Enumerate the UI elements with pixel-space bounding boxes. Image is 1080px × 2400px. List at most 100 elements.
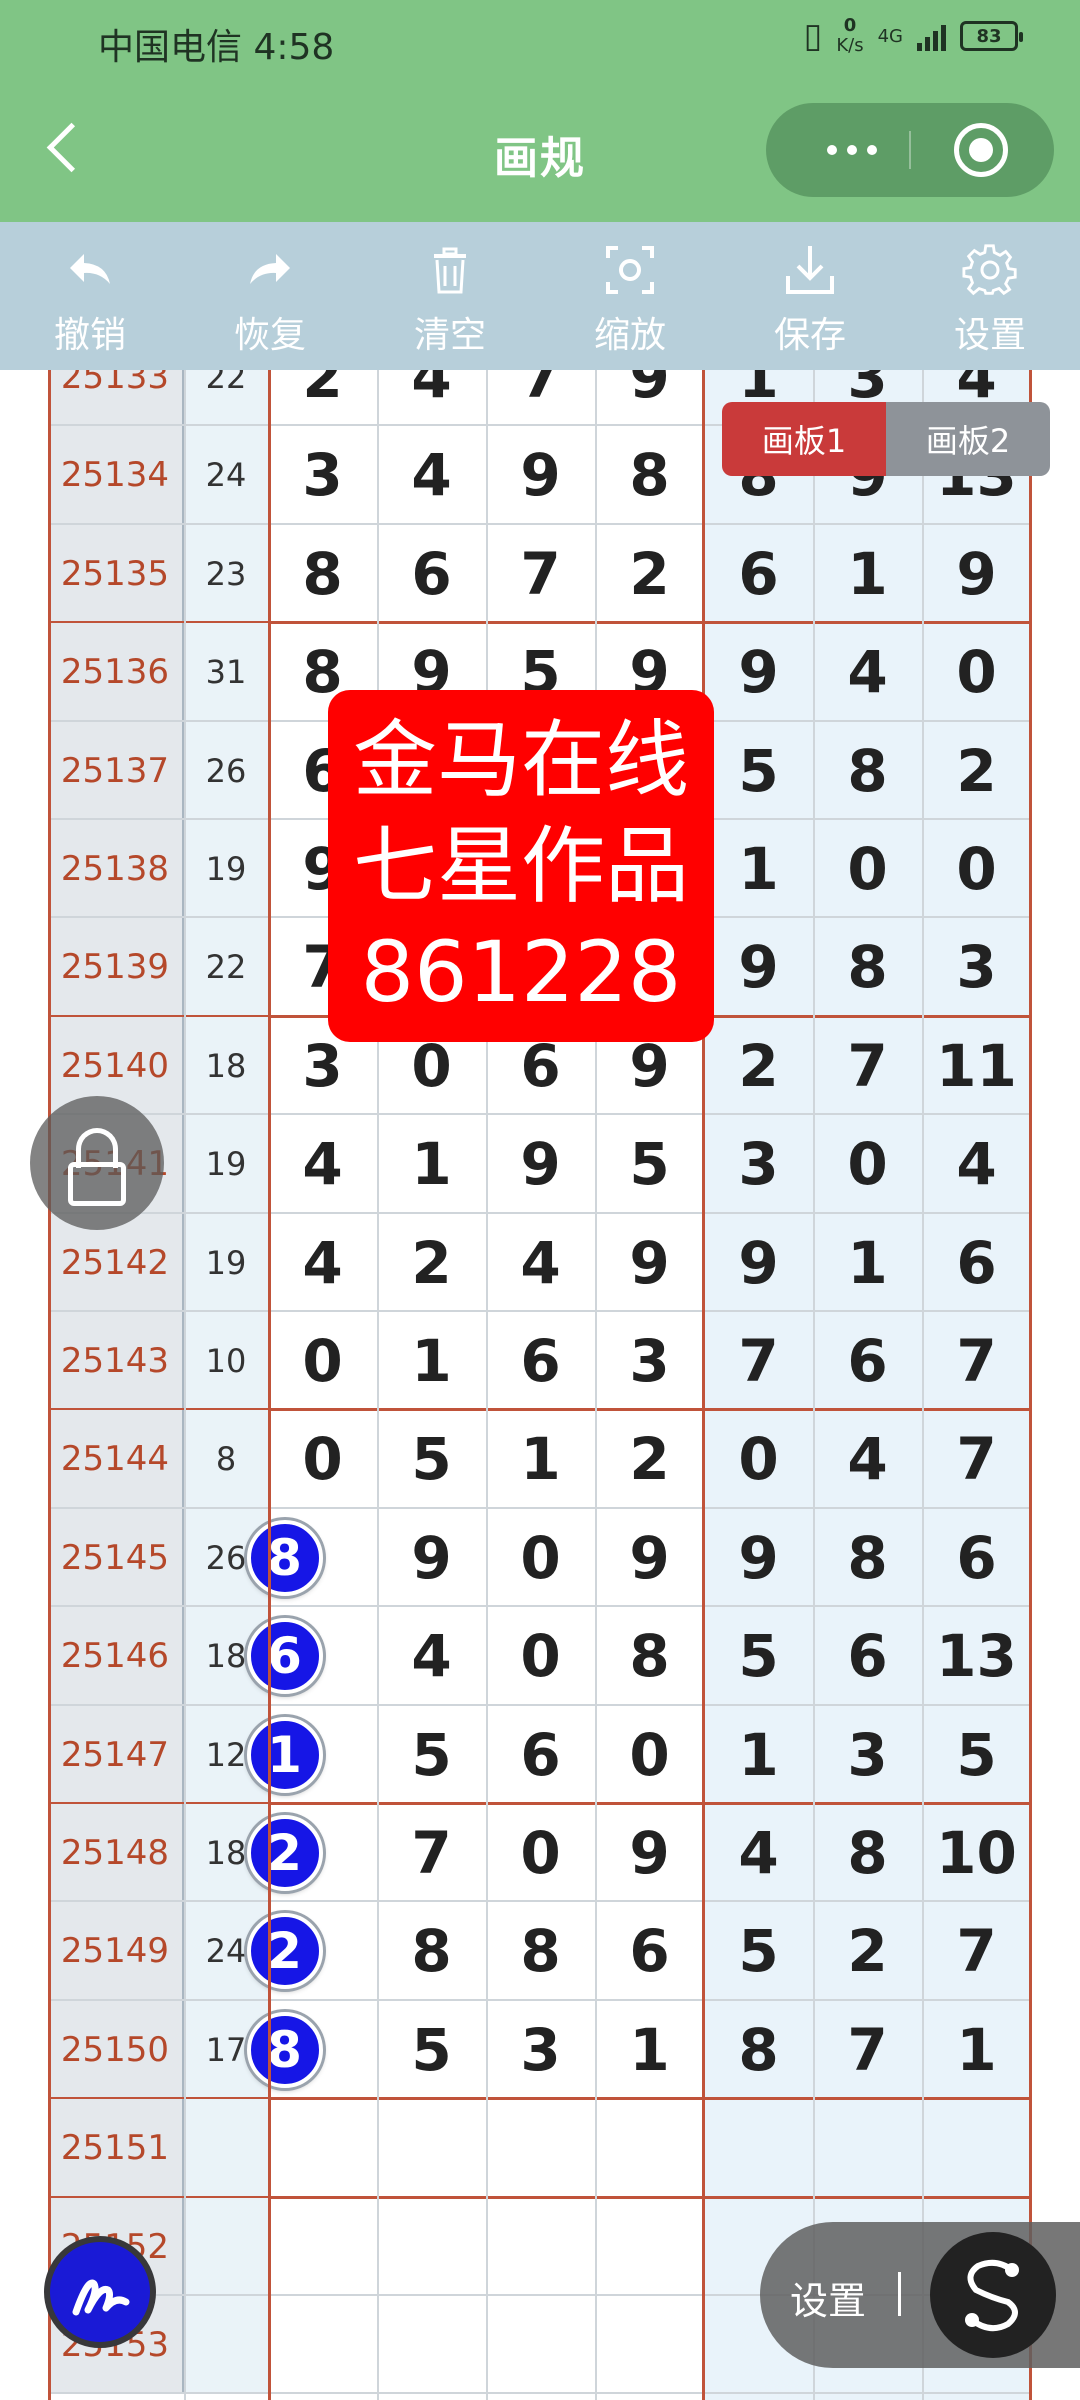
floating-settings-label[interactable]: 设置 [790, 2270, 866, 2325]
save-button[interactable]: 保存 [720, 222, 900, 370]
digit-cell [486, 2099, 595, 2197]
digit-cell: 3 [520, 2015, 561, 2084]
save-label: 保存 [773, 315, 846, 356]
issue-number: 25134 [48, 426, 184, 525]
digit-cell [922, 2099, 1031, 2197]
undo-icon [70, 254, 110, 284]
table-row[interactable]: 25148 18 2 7 0 9 4 8 10 [48, 1804, 1032, 1902]
redo-button[interactable]: 恢复 [180, 222, 360, 370]
digit-cell: 5 [629, 1130, 670, 1199]
digit-cell [595, 2198, 704, 2296]
banner-line-1: 金马在线 [352, 711, 689, 809]
section-divider [702, 370, 705, 2400]
digit-cell: 5 [738, 736, 779, 805]
grid-right-border [1029, 370, 1032, 2400]
s-share-button[interactable] [930, 2232, 1056, 2358]
digit-cell [377, 2099, 486, 2197]
digit-cell: 6 [847, 1622, 888, 1691]
digit-cell: 8 [629, 1622, 670, 1691]
pen-button[interactable] [44, 2236, 156, 2348]
issue-number: 25150 [48, 2000, 184, 2099]
digit-cell: 1 [411, 1130, 452, 1199]
digit-cell: 0 [847, 835, 888, 903]
digit-cell [486, 2296, 595, 2394]
digit-cell: 4 [411, 1622, 452, 1691]
board-1-tab[interactable]: 画板1 [722, 402, 886, 476]
digit-cell: 3 [956, 933, 997, 1002]
digit-cell: 9 [629, 1228, 670, 1297]
sum-value: 8 [184, 1410, 268, 1509]
digit-cell: 9 [738, 933, 779, 1002]
issue-number: 25142 [48, 1213, 184, 1312]
column-divider [922, 370, 924, 2400]
table-row[interactable]: 25149 24 2 8 8 6 5 2 7 [48, 1902, 1032, 2001]
floating-settings-panel: 设置 [760, 2222, 1080, 2368]
table-row[interactable]: 25142 19 4 2 4 9 9 1 6 [48, 1213, 1032, 1312]
digit-cell: 8 [847, 736, 888, 805]
signal-icon [917, 21, 946, 51]
target-close-icon[interactable] [954, 123, 1008, 177]
settings-button[interactable]: 设置 [900, 222, 1080, 370]
digit-cell: 8 [847, 1819, 888, 1887]
digit-cell: 9 [629, 1819, 670, 1887]
digit-cell: 8 [230, 1509, 339, 1607]
banner-line-2: 七星作品 [352, 817, 689, 915]
digit-cell: 6 [520, 1720, 561, 1789]
digit-cell: 8 [629, 441, 670, 510]
digit-cell: 1 [411, 1327, 452, 1395]
vibrate-icon: ▯ [803, 16, 823, 56]
digit-cell: 9 [629, 1523, 670, 1592]
issue-number: 25149 [48, 1902, 184, 2001]
circled-digit[interactable]: 2 [246, 1913, 323, 1990]
table-row[interactable]: 25147 12 1 5 6 0 1 3 5 [48, 1705, 1032, 1804]
digit-cell [813, 2099, 922, 2197]
digit-cell: 7 [847, 2015, 888, 2084]
digit-cell: 7 [520, 539, 561, 608]
table-row[interactable]: 25143 10 0 1 6 3 7 6 7 [48, 1312, 1032, 1410]
table-row[interactable]: 25150 17 8 5 3 1 8 7 1 [48, 2000, 1032, 2099]
board-2-tab[interactable]: 画板2 [886, 402, 1050, 476]
sum-value: 18 [184, 1016, 268, 1115]
digit-cell: 2 [302, 370, 343, 411]
digit-cell: 8 [520, 1917, 561, 1986]
digit-cell: 0 [520, 1523, 561, 1592]
table-row[interactable]: 25141194195304 [48, 1115, 1032, 1214]
table-row[interactable]: 25151 [48, 2099, 1032, 2198]
circled-digit[interactable]: 2 [246, 1815, 323, 1891]
digit-cell: 2 [629, 539, 670, 608]
clear-button[interactable]: 清空 [360, 222, 540, 370]
more-dots-icon[interactable] [802, 103, 902, 197]
battery-icon: 83 [960, 21, 1023, 51]
board-switcher: 画板1 画板2 [722, 402, 1050, 476]
digit-cell: 0 [956, 835, 997, 903]
redo-label: 恢复 [233, 315, 306, 356]
table-row[interactable]: 25145 26 8 9 0 9 9 8 6 [48, 1508, 1032, 1607]
issue-number: 25143 [48, 1312, 184, 1410]
issue-number: 25133 [48, 370, 184, 426]
digit-cell: 8 [230, 2001, 339, 2099]
undo-button[interactable]: 撤销 [0, 222, 180, 370]
table-row[interactable]: 25144 8 0 5 1 2 0 4 7 [48, 1410, 1032, 1509]
sum-value: 22 [184, 370, 268, 426]
table-row[interactable]: 25146 18 6 4 0 8 5 6 13 [48, 1607, 1032, 1706]
sum-value: 24 [184, 426, 268, 525]
zoom-button[interactable]: 缩放 [540, 222, 720, 370]
digit-cell: 6 [956, 1523, 997, 1592]
digit-cell: 1 [847, 1228, 888, 1297]
column-divider [595, 370, 597, 2400]
circled-digit[interactable]: 8 [246, 2011, 323, 2088]
lottery-grid[interactable]: 2513322247913425134243498891325135238672… [0, 370, 1080, 2400]
sum-value: 19 [184, 1115, 268, 1214]
digit-cell: 4 [956, 1130, 997, 1199]
circled-digit[interactable]: 8 [246, 1519, 323, 1596]
lock-button[interactable] [30, 1096, 164, 1230]
digit-cell: 4 [302, 1130, 343, 1199]
settings-label: 设置 [953, 315, 1026, 356]
digit-cell: 0 [302, 1327, 343, 1395]
digit-cell: 8 [411, 1917, 452, 1986]
circled-digit[interactable]: 1 [246, 1716, 323, 1793]
digit-cell: 1 [520, 1425, 561, 1494]
circled-digit[interactable]: 6 [246, 1618, 323, 1695]
table-row[interactable]: 25135 23 8 6 7 2 6 1 9 [48, 524, 1032, 623]
issue-number: 25151 [48, 2099, 184, 2198]
